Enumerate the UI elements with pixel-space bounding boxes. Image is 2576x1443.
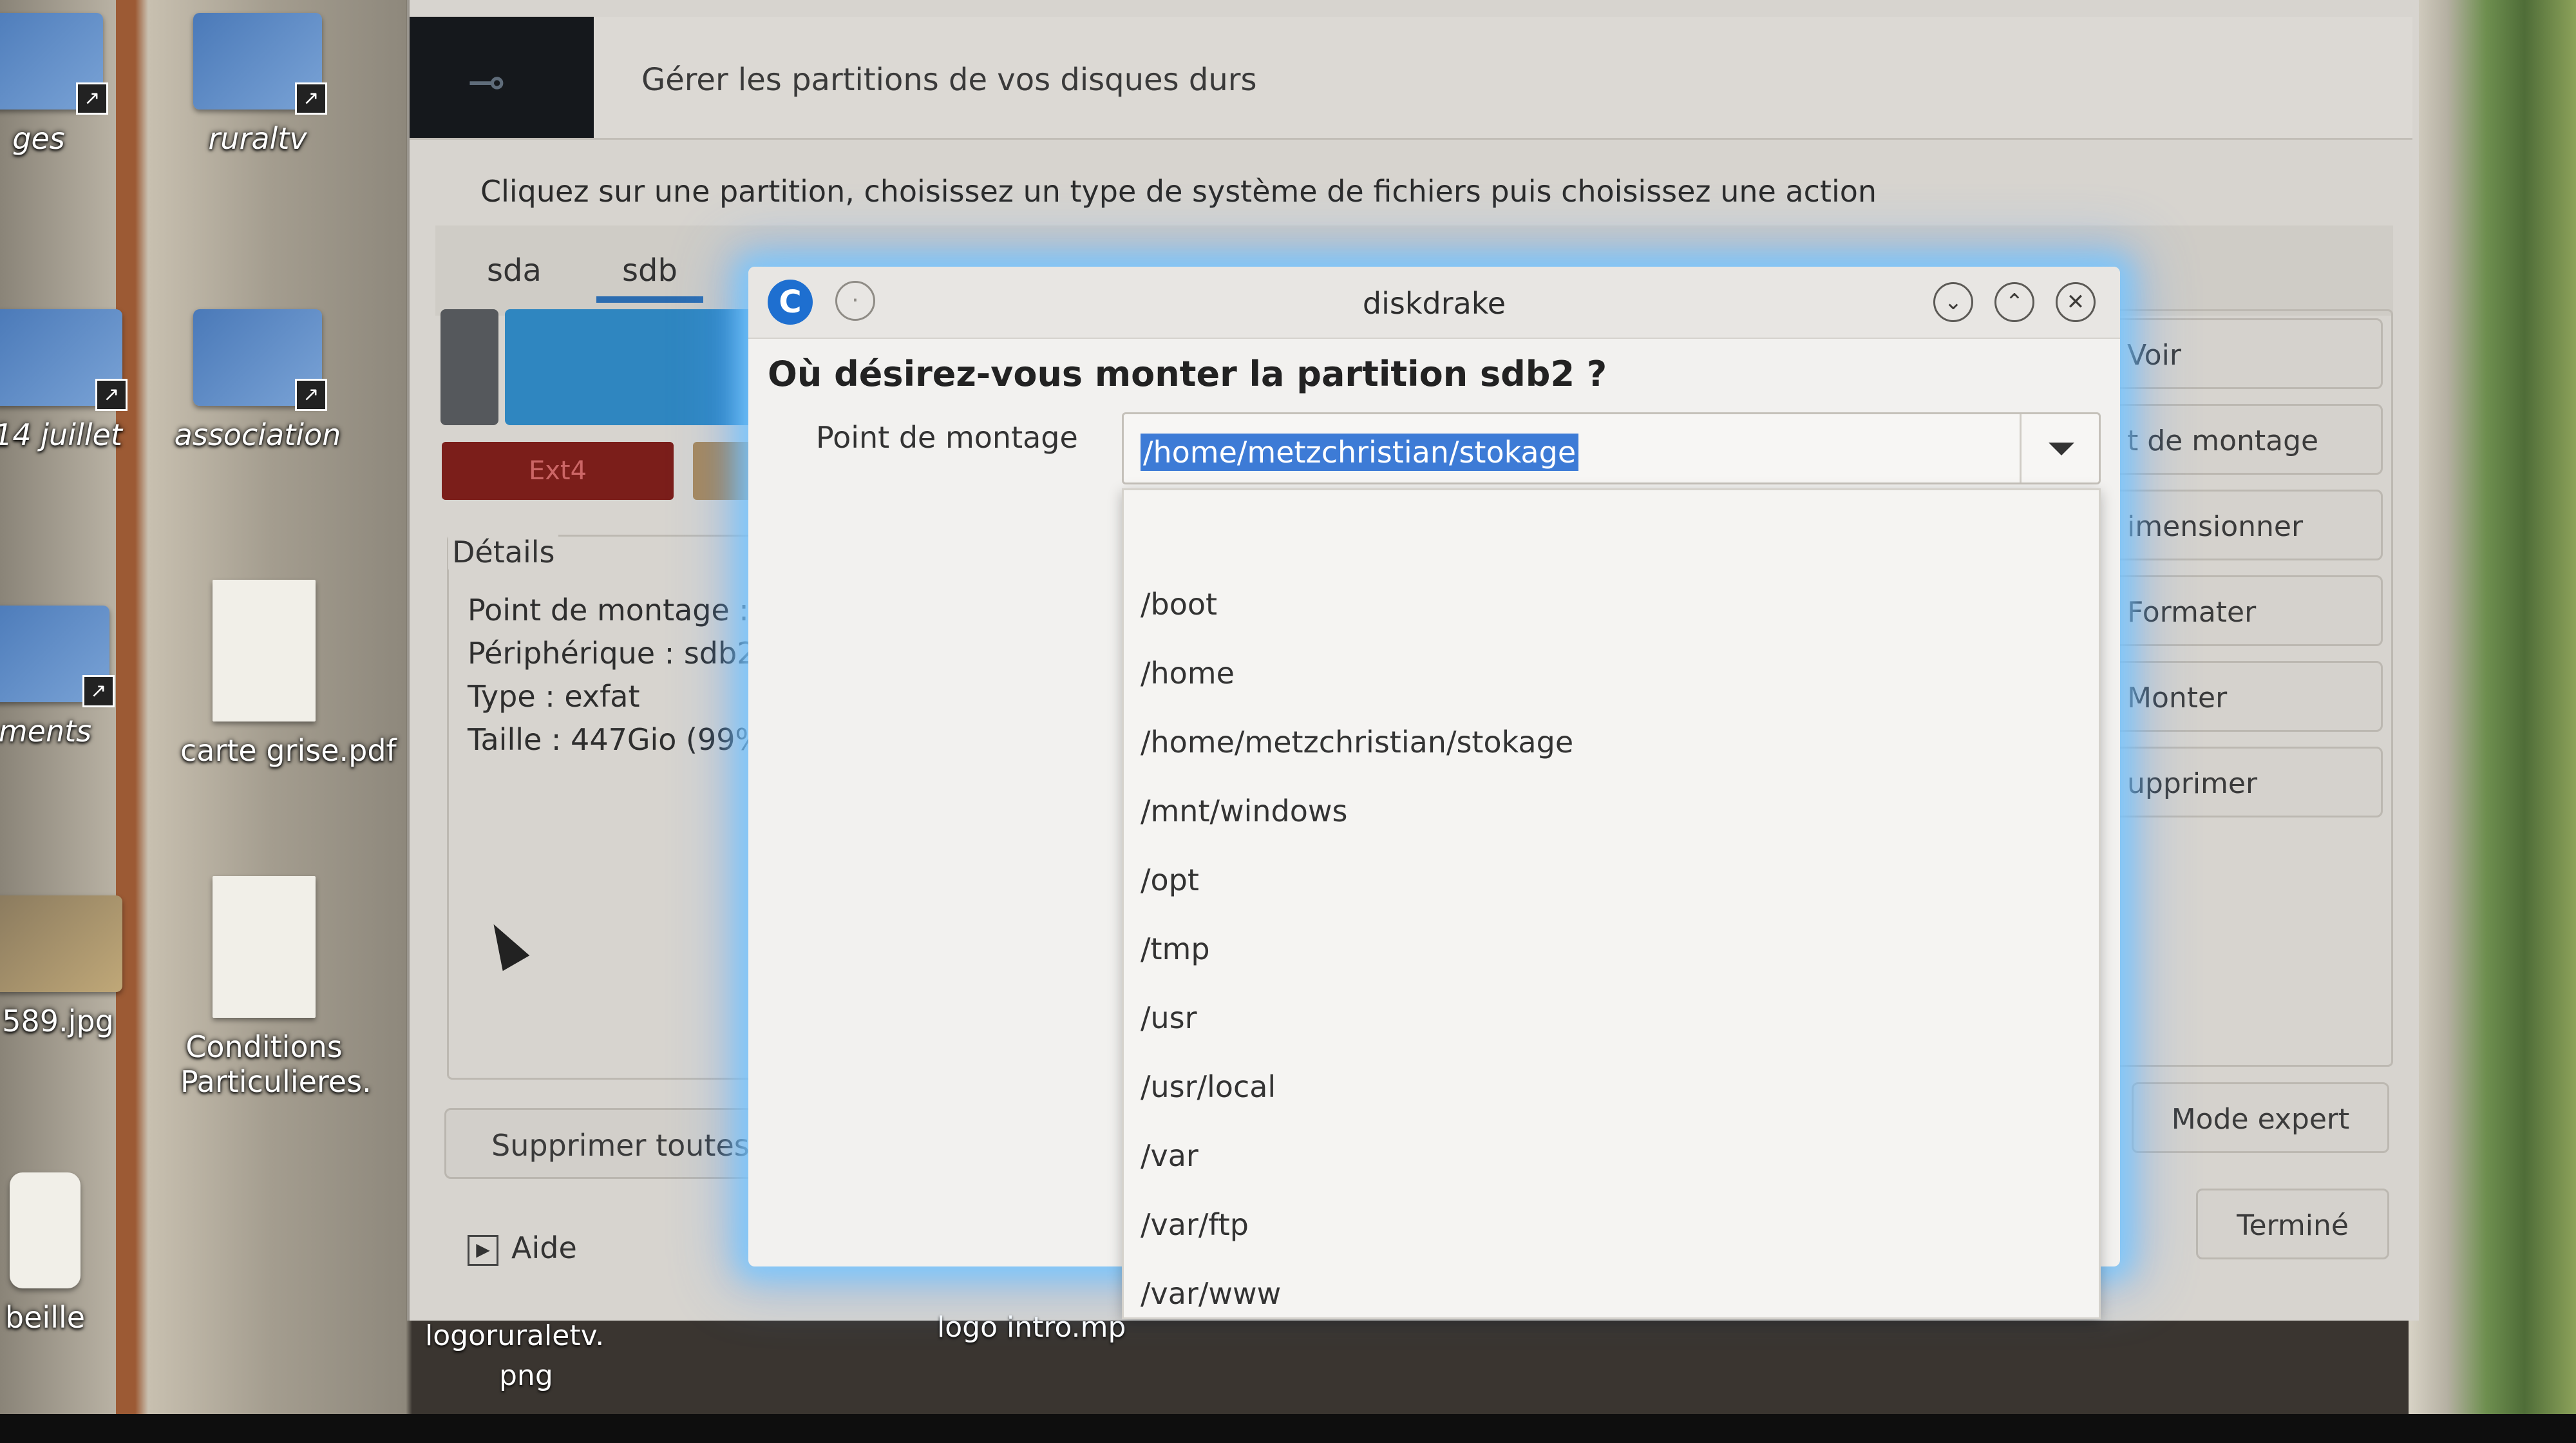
tab-sdb[interactable]: sdb	[596, 245, 703, 303]
resize-button[interactable]: imensionner	[2099, 490, 2383, 560]
mount-option-home[interactable]: /home	[1141, 656, 1235, 691]
folder-icon: ↗	[0, 606, 115, 707]
desktop-icon-association[interactable]: ↗ association	[174, 309, 341, 452]
view-button[interactable]: Voir	[2099, 318, 2383, 389]
desktop-wallpaper-right	[2409, 0, 2576, 1443]
partition-segment[interactable]	[440, 309, 498, 425]
format-button[interactable]: Formater	[2099, 575, 2383, 646]
mount-option-usr-local[interactable]: /usr/local	[1141, 1069, 1276, 1104]
folder-icon: ↗	[0, 13, 108, 115]
dialog-question: Où désirez-vous monter la partition sdb2…	[768, 354, 1607, 394]
header-logo: ⊸	[410, 17, 594, 138]
folder-icon: ↗	[193, 309, 327, 411]
desktop-icon-label: 14 juillet	[0, 417, 122, 452]
help-button[interactable]: ▶ Aide	[468, 1230, 577, 1266]
desktop-label-logo-intro: logo intro.mp	[937, 1311, 1126, 1344]
mount-point-combobox[interactable]: /home/metzchristian/stokage	[1122, 412, 2101, 484]
image-file-icon	[0, 895, 122, 992]
shortcut-arrow-icon: ↗	[295, 379, 327, 411]
mount-point-label: Point de montage	[816, 420, 1078, 455]
folder-icon: ↗	[0, 309, 128, 411]
dropdown-arrow-button[interactable]	[2020, 414, 2099, 483]
minimize-button[interactable]: ⌄	[1933, 282, 1973, 322]
detail-mount-point: Point de montage : /	[468, 593, 769, 627]
chevron-down-icon: ⌄	[1944, 289, 1963, 315]
desktop-icon-label: ges	[12, 121, 65, 156]
desktop-icon-carte-grise[interactable]: carte grise.pdf	[180, 580, 397, 768]
desktop-icon-ments[interactable]: ↗ ments	[0, 606, 129, 749]
desktop-icon-label: association	[174, 417, 341, 452]
partition-segment-sdb2[interactable]	[505, 309, 762, 425]
desktop-icon-conditions[interactable]: Conditions Particulieres.	[180, 876, 372, 1099]
mount-option-var[interactable]: /var	[1141, 1138, 1198, 1173]
done-button[interactable]: Terminé	[2196, 1189, 2389, 1259]
close-icon: ✕	[2066, 289, 2085, 315]
desktop-icon-label: ruraltv	[208, 121, 307, 156]
shortcut-arrow-icon: ↗	[95, 379, 128, 411]
desktop-icon-corbeille[interactable]: beille	[0, 1172, 129, 1335]
close-button[interactable]: ✕	[2056, 282, 2096, 322]
shortcut-arrow-icon: ↗	[76, 82, 108, 115]
expand-arrow-icon: ▶	[468, 1234, 498, 1266]
expert-mode-button[interactable]: Mode expert	[2132, 1082, 2389, 1153]
desktop-label-png: png	[499, 1359, 553, 1392]
chevron-down-icon	[2049, 443, 2074, 455]
mount-button[interactable]: Monter	[2099, 661, 2383, 732]
mount-point-value[interactable]: /home/metzchristian/stokage	[1141, 434, 1579, 471]
maximize-button[interactable]: ⌃	[1994, 282, 2034, 322]
mount-option-var-www[interactable]: /var/www	[1141, 1276, 1281, 1311]
folder-icon: ↗	[193, 13, 327, 115]
detail-device: Périphérique : sdb2	[468, 636, 756, 671]
details-title: Détails	[448, 535, 559, 569]
mount-point-dropdown-list[interactable]: /boot /home /home/metzchristian/stokage …	[1122, 488, 2101, 1319]
mount-option-tmp[interactable]: /tmp	[1141, 932, 1210, 966]
legend-ext4: Ext4	[442, 442, 674, 500]
mount-option-var-ftp[interactable]: /var/ftp	[1141, 1207, 1249, 1242]
key-icon: ⊸	[468, 55, 506, 108]
mount-option-usr[interactable]: /usr	[1141, 1000, 1197, 1035]
partition-bar	[440, 309, 762, 425]
window-header: ⊸ Gérer les partitions de vos disques du…	[410, 17, 2412, 140]
desktop-icon-label: beille	[5, 1300, 86, 1335]
desktop-icon-589-jpg[interactable]: 589.jpg	[0, 895, 142, 1038]
tab-sda[interactable]: sda	[461, 245, 567, 296]
desktop-icon-label: Conditions Particulieres.	[180, 1029, 372, 1099]
delete-button[interactable]: upprimer	[2099, 747, 2383, 817]
dialog-titlebar[interactable]: C · diskdrake ⌄ ⌃ ✕	[748, 267, 2120, 339]
desktop-label-logoruraletv: logoruraletv.	[425, 1319, 605, 1352]
shortcut-arrow-icon: ↗	[82, 675, 115, 707]
desktop-icon-ges[interactable]: ↗ ges	[0, 13, 122, 156]
desktop-icon-ruraltv[interactable]: ↗ ruraltv	[174, 13, 341, 156]
detail-type: Type : exfat	[468, 679, 640, 714]
chevron-up-icon: ⌃	[2005, 289, 2024, 315]
document-file-icon	[213, 876, 316, 1018]
screen-bezel	[0, 1414, 2576, 1443]
desktop-icon-14-juillet[interactable]: ↗ 14 juillet	[0, 309, 142, 452]
desktop-icon-label: 589.jpg	[2, 1004, 114, 1038]
mount-option-opt[interactable]: /opt	[1141, 863, 1199, 897]
instructions-text: Cliquez sur une partition, choisissez un…	[480, 174, 1877, 209]
shortcut-arrow-icon: ↗	[295, 82, 327, 115]
desktop-icon-label: ments	[0, 714, 92, 749]
trash-icon	[10, 1172, 80, 1288]
desktop-icon-label: carte grise.pdf	[180, 733, 397, 768]
mount-option-mnt-windows[interactable]: /mnt/windows	[1141, 794, 1347, 828]
mount-option-boot[interactable]: /boot	[1141, 587, 1217, 622]
dialog-title: diskdrake	[1362, 286, 1506, 321]
header-title: Gérer les partitions de vos disques durs	[641, 62, 1257, 98]
pdf-file-icon	[213, 580, 316, 722]
detail-size: Taille : 447Gio (99%	[468, 722, 764, 757]
mount-point-button[interactable]: t de montage	[2099, 404, 2383, 475]
mount-option-home-stokage[interactable]: /home/metzchristian/stokage	[1141, 725, 1573, 760]
help-label: Aide	[511, 1230, 577, 1265]
